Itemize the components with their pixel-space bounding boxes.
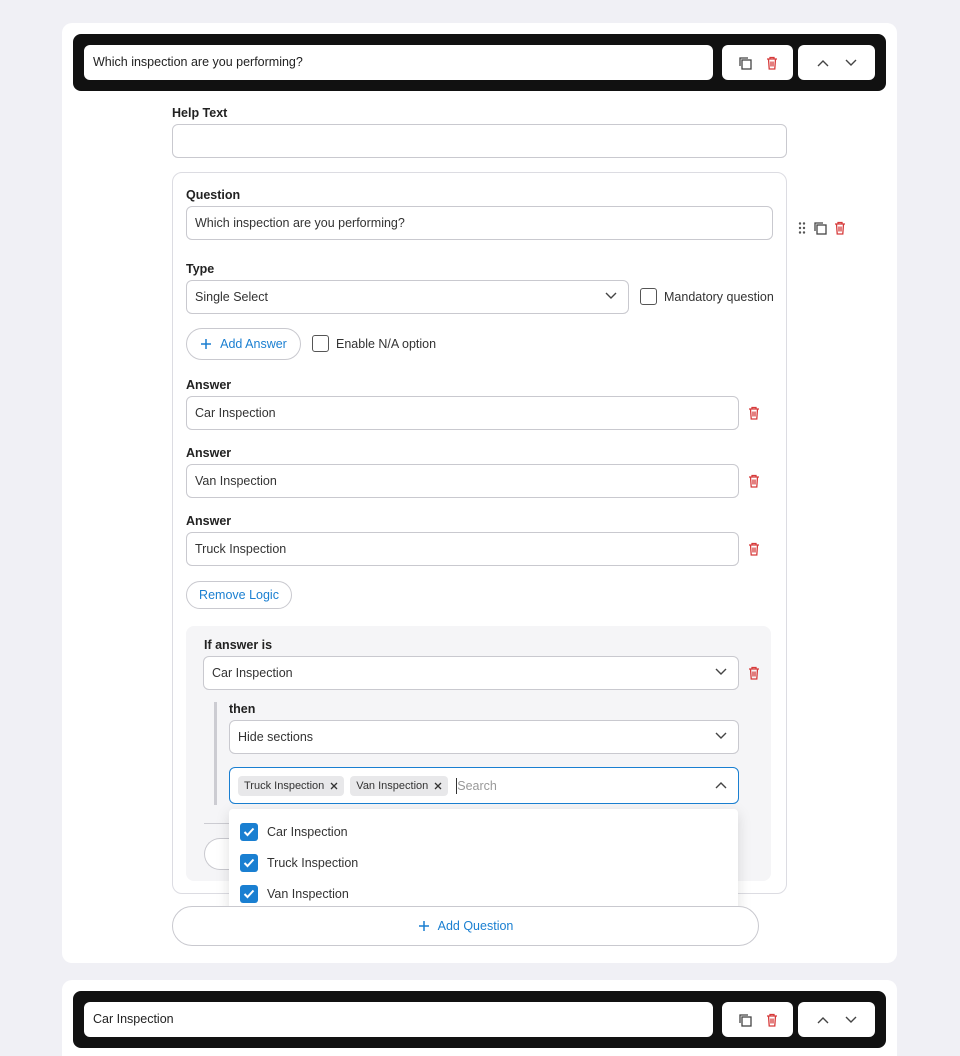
add-question-button[interactable]: Add Question: [172, 906, 759, 946]
question-label: Question: [186, 188, 241, 202]
chevron-up-icon[interactable]: [816, 58, 830, 68]
selected-chip: Truck Inspection: [238, 775, 345, 796]
then-action-value: Hide sections: [238, 730, 314, 744]
section-move-actions: [798, 45, 875, 80]
section-actions: [722, 45, 793, 80]
trash-icon[interactable]: [834, 221, 846, 235]
trash-icon[interactable]: [748, 406, 760, 420]
trash-icon[interactable]: [748, 474, 760, 488]
question-actions: [798, 221, 846, 235]
remove-logic-button[interactable]: Remove Logic: [186, 581, 292, 609]
copy-icon[interactable]: [813, 221, 827, 235]
answer-input[interactable]: Van Inspection: [186, 464, 739, 498]
drag-handle-icon[interactable]: [798, 221, 806, 235]
section-title-input[interactable]: Car Inspection: [84, 1002, 713, 1037]
help-text-input[interactable]: [172, 124, 787, 158]
option-label: Car Inspection: [267, 825, 348, 839]
section-header-bar: Car Inspection: [73, 991, 886, 1048]
add-question-label: Add Question: [437, 919, 514, 933]
chevron-down-icon: [714, 730, 728, 744]
dropdown-option[interactable]: Truck Inspection: [240, 853, 358, 873]
answer-input[interactable]: Truck Inspection: [186, 532, 739, 566]
chip-label: Van Inspection: [356, 779, 429, 792]
add-answer-button[interactable]: Add Answer: [186, 328, 301, 360]
sections-multiselect[interactable]: Truck Inspection Van Inspection Search: [229, 767, 739, 804]
section-card: Car Inspection: [62, 980, 897, 1056]
chevron-down-icon: [604, 290, 618, 304]
dropdown-option[interactable]: Van Inspection: [240, 884, 349, 904]
if-answer-value: Car Inspection: [212, 666, 293, 680]
help-text-label: Help Text: [172, 106, 228, 120]
answer-label: Answer: [186, 514, 232, 528]
divider: [204, 823, 230, 824]
section-title-input[interactable]: Which inspection are you performing?: [84, 45, 713, 80]
enable-na-label: Enable N/A option: [336, 337, 437, 351]
then-action-select[interactable]: Hide sections: [229, 720, 739, 754]
section-header-bar: Which inspection are you performing?: [73, 34, 886, 91]
section-actions: [722, 1002, 793, 1037]
if-answer-label: If answer is: [204, 638, 273, 652]
mandatory-checkbox[interactable]: [640, 288, 657, 305]
then-divider: [214, 702, 217, 805]
enable-na-checkbox[interactable]: [312, 335, 329, 352]
mandatory-label: Mandatory question: [664, 290, 774, 304]
type-label: Type: [186, 262, 215, 276]
checkbox-checked-icon: [240, 854, 258, 872]
plus-icon: [418, 920, 430, 932]
chevron-up-icon[interactable]: [816, 1015, 830, 1025]
search-placeholder: Search: [457, 778, 497, 793]
answer-label: Answer: [186, 446, 232, 460]
section-move-actions: [798, 1002, 875, 1037]
checkbox-checked-icon: [240, 823, 258, 841]
chevron-down-icon: [714, 666, 728, 680]
selected-chip: Van Inspection: [350, 775, 449, 796]
trash-icon[interactable]: [766, 1013, 778, 1027]
sections-dropdown: Car Inspection Truck Inspection Van Insp…: [229, 809, 738, 913]
checkbox-checked-icon: [240, 885, 258, 903]
answer-input[interactable]: Car Inspection: [186, 396, 739, 430]
chevron-down-icon[interactable]: [844, 1015, 858, 1025]
close-icon[interactable]: [434, 782, 442, 790]
chevron-up-icon: [714, 779, 728, 793]
trash-icon[interactable]: [766, 56, 778, 70]
plus-icon: [200, 338, 212, 350]
question-input[interactable]: Which inspection are you performing?: [186, 206, 773, 240]
then-label: then: [229, 702, 256, 716]
if-answer-select[interactable]: Car Inspection: [203, 656, 739, 690]
copy-icon[interactable]: [738, 1013, 752, 1027]
dropdown-option[interactable]: Car Inspection: [240, 822, 348, 842]
option-label: Truck Inspection: [267, 856, 359, 870]
type-select-value: Single Select: [195, 290, 268, 304]
copy-icon[interactable]: [738, 56, 752, 70]
type-select[interactable]: Single Select: [186, 280, 629, 314]
chevron-down-icon[interactable]: [844, 58, 858, 68]
answer-label: Answer: [186, 378, 232, 392]
close-icon[interactable]: [330, 782, 338, 790]
option-label: Van Inspection: [267, 887, 349, 901]
trash-icon[interactable]: [748, 542, 760, 556]
chip-label: Truck Inspection: [244, 779, 325, 792]
trash-icon[interactable]: [748, 666, 760, 680]
add-answer-label: Add Answer: [220, 337, 287, 351]
